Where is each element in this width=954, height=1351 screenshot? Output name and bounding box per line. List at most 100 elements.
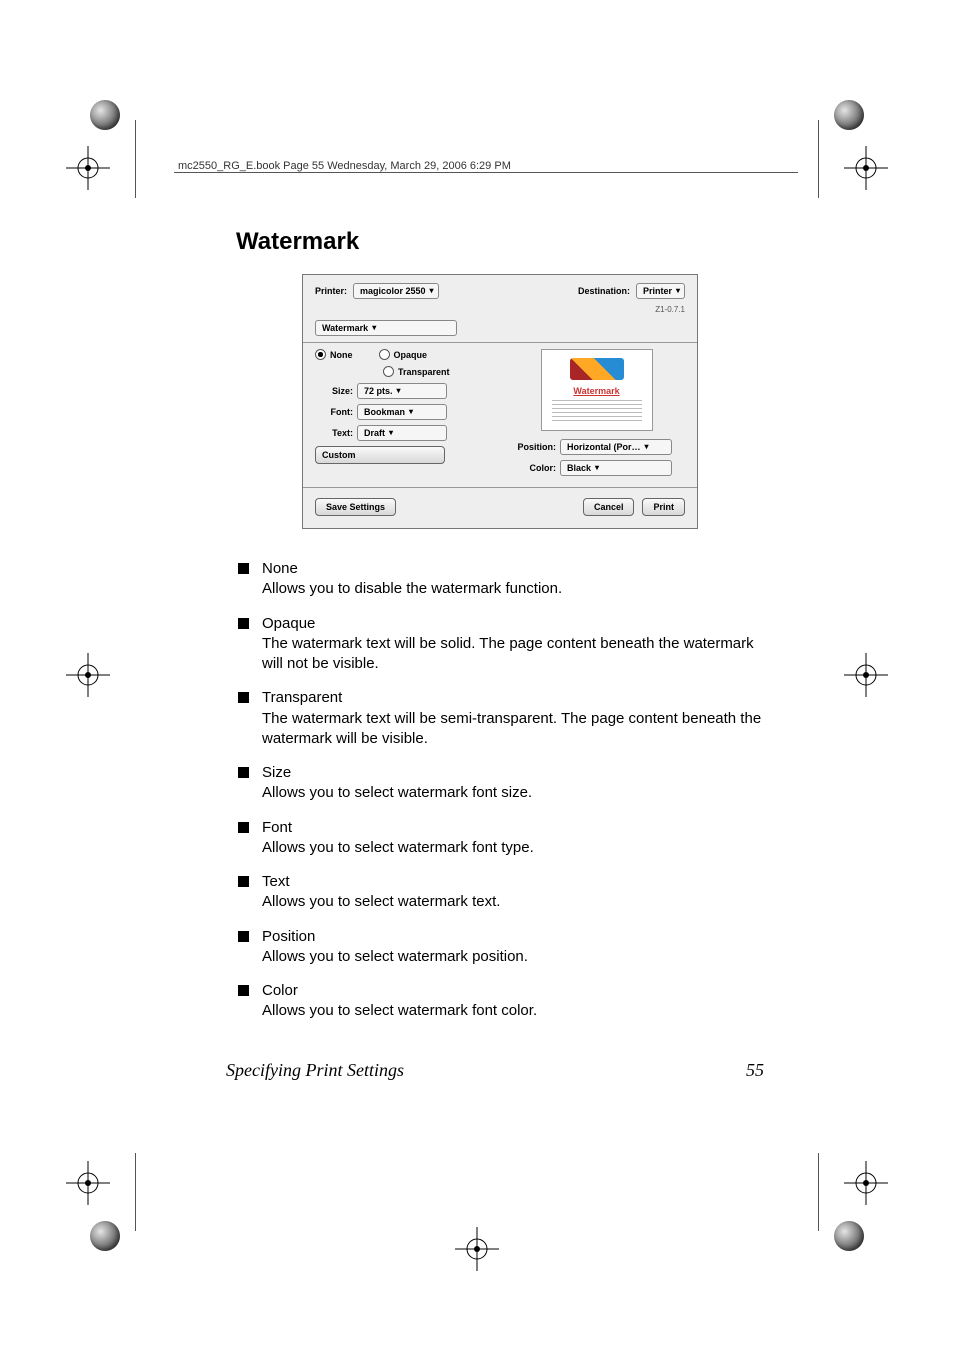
font-select[interactable]: Bookman ▾	[357, 404, 447, 420]
item-desc: Allows you to disable the watermark func…	[262, 579, 764, 599]
printer-select[interactable]: magicolor 2550 ▾	[353, 283, 439, 299]
text-label: Text:	[315, 428, 353, 438]
item-desc: Allows you to select watermark text.	[262, 892, 764, 912]
section-value: Watermark	[322, 323, 368, 333]
registration-mark-icon	[66, 653, 110, 697]
radio-icon	[379, 349, 390, 360]
printer-value: magicolor 2550	[360, 286, 426, 296]
feature-list: NoneAllows you to disable the watermark …	[236, 559, 764, 1022]
preview-column: Watermark Position: Horizontal (Por…▾ Co…	[508, 349, 685, 481]
page-number: 55	[746, 1060, 764, 1081]
registration-mark-icon	[66, 146, 110, 190]
destination-value: Printer	[643, 286, 672, 296]
registration-mark-icon	[455, 1227, 499, 1271]
print-button[interactable]: Print	[642, 498, 685, 516]
list-item: SizeAllows you to select watermark font …	[236, 763, 764, 804]
color-value: Black	[567, 463, 591, 473]
position-label: Position:	[508, 442, 556, 452]
chevron-updown-icon: ▾	[645, 443, 649, 451]
item-term: Opaque	[262, 614, 764, 634]
save-settings-button[interactable]: Save Settings	[315, 498, 396, 516]
text-select[interactable]: Draft ▾	[357, 425, 447, 441]
section-heading: Watermark	[236, 228, 764, 256]
running-head: mc2550_RG_E.book Page 55 Wednesday, Marc…	[178, 160, 511, 172]
size-value: 72 pts.	[364, 386, 393, 396]
divider	[303, 342, 697, 343]
crop-ball-icon	[90, 100, 120, 130]
crop-line	[818, 120, 819, 198]
section-select[interactable]: Watermark ▾	[315, 320, 457, 336]
crop-ball-icon	[834, 1221, 864, 1251]
chevron-updown-icon: ▾	[409, 408, 413, 416]
font-value: Bookman	[364, 407, 405, 417]
registration-mark-icon	[844, 1161, 888, 1205]
size-select[interactable]: 72 pts. ▾	[357, 383, 447, 399]
item-term: Text	[262, 872, 764, 892]
font-label: Font:	[315, 407, 353, 417]
item-desc: Allows you to select watermark font size…	[262, 783, 764, 803]
size-label: Size:	[315, 386, 353, 396]
list-item: OpaqueThe watermark text will be solid. …	[236, 614, 764, 675]
list-item: TextAllows you to select watermark text.	[236, 872, 764, 913]
item-desc: The watermark text will be solid. The pa…	[262, 634, 764, 675]
printer-label: Printer:	[315, 286, 347, 296]
chevron-updown-icon: ▾	[372, 324, 376, 332]
crop-ball-icon	[90, 1221, 120, 1251]
radio-opaque[interactable]: Opaque	[379, 349, 428, 360]
position-select[interactable]: Horizontal (Por… ▾	[560, 439, 672, 455]
chevron-updown-icon: ▾	[676, 287, 680, 295]
registration-mark-icon	[844, 146, 888, 190]
cancel-button[interactable]: Cancel	[583, 498, 635, 516]
radio-transparent-label: Transparent	[398, 367, 450, 377]
preview-lines-icon	[552, 400, 642, 424]
footer-title: Specifying Print Settings	[226, 1060, 746, 1081]
chevron-updown-icon: ▾	[389, 429, 393, 437]
dialog-version: Z1-0.7.1	[655, 305, 685, 314]
item-term: Position	[262, 927, 764, 947]
page: mc2550_RG_E.book Page 55 Wednesday, Marc…	[0, 0, 954, 1351]
content-area: Watermark Printer: magicolor 2550 ▾ Dest…	[236, 228, 764, 1036]
destination-select[interactable]: Printer ▾	[636, 283, 685, 299]
list-item: FontAllows you to select watermark font …	[236, 818, 764, 859]
list-item: NoneAllows you to disable the watermark …	[236, 559, 764, 600]
header-rule	[174, 172, 798, 173]
registration-mark-icon	[66, 1161, 110, 1205]
page-footer: Specifying Print Settings 55	[226, 1060, 764, 1081]
radio-opaque-label: Opaque	[394, 350, 428, 360]
preview-pane: Watermark	[541, 349, 653, 431]
radio-none-label: None	[330, 350, 353, 360]
crop-line	[818, 1153, 819, 1231]
destination-label: Destination:	[578, 286, 630, 296]
custom-button[interactable]: Custom	[315, 446, 445, 464]
list-item: ColorAllows you to select watermark font…	[236, 981, 764, 1022]
registration-mark-icon	[844, 653, 888, 697]
radio-icon	[315, 349, 326, 360]
radio-transparent[interactable]: Transparent	[383, 366, 450, 377]
radio-none[interactable]: None	[315, 349, 353, 360]
color-select[interactable]: Black▾	[560, 460, 672, 476]
radio-icon	[383, 366, 394, 377]
crop-line	[135, 120, 136, 198]
position-value: Horizontal (Por…	[567, 442, 641, 452]
chevron-updown-icon: ▾	[397, 387, 401, 395]
item-desc: Allows you to select watermark position.	[262, 947, 764, 967]
item-term: Transparent	[262, 688, 764, 708]
item-desc: The watermark text will be semi-transpar…	[262, 709, 764, 750]
list-item: PositionAllows you to select watermark p…	[236, 927, 764, 968]
preview-art-icon	[570, 358, 624, 380]
item-term: Color	[262, 981, 764, 1001]
list-item: TransparentThe watermark text will be se…	[236, 688, 764, 749]
crop-line	[135, 1153, 136, 1231]
item-desc: Allows you to select watermark font colo…	[262, 1001, 764, 1021]
item-term: Font	[262, 818, 764, 838]
chevron-updown-icon: ▾	[430, 287, 434, 295]
crop-ball-icon	[834, 100, 864, 130]
print-dialog: Printer: magicolor 2550 ▾ Destination: P…	[302, 274, 698, 529]
item-desc: Allows you to select watermark font type…	[262, 838, 764, 858]
preview-watermark-label: Watermark	[542, 386, 652, 396]
item-term: Size	[262, 763, 764, 783]
text-value: Draft	[364, 428, 385, 438]
options-column: None Opaque Transparent Size: 72 pts. ▾ F…	[315, 349, 492, 481]
divider	[303, 487, 697, 488]
item-term: None	[262, 559, 764, 579]
